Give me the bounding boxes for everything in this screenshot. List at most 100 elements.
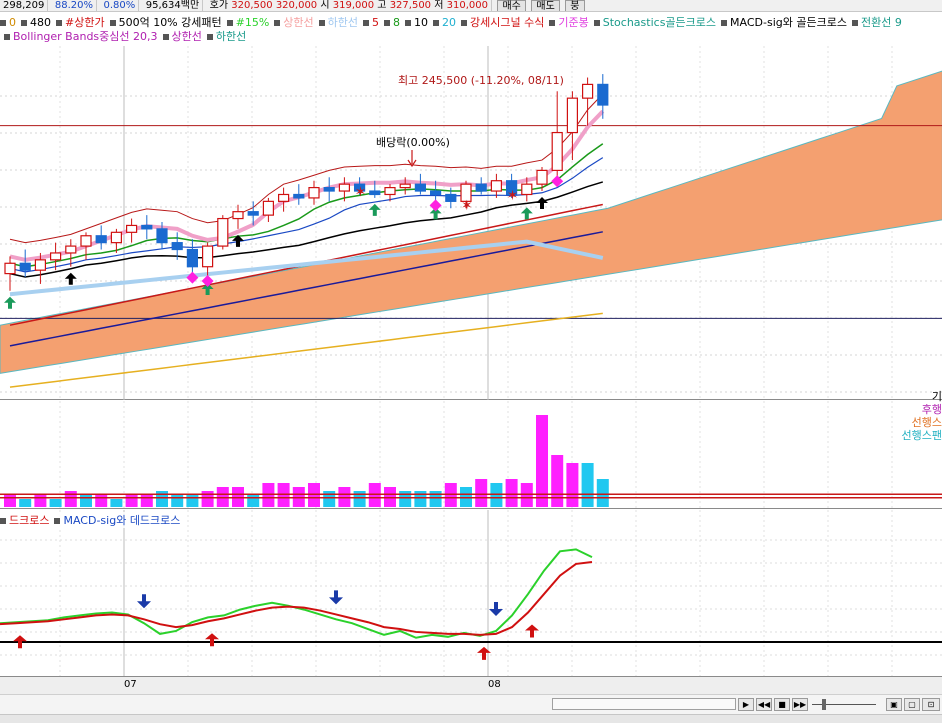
- volume-bar: [80, 495, 92, 507]
- macd-chart[interactable]: [0, 510, 942, 676]
- price-chart-panel[interactable]: ✶ ✶ ✶ 최고 245,500 (-11.20%, 08/11) 배당락(0.00%)…: [0, 46, 942, 442]
- legend-item[interactable]: MACD-sig와 데드크로스: [54, 514, 180, 527]
- macd-chart-panel[interactable]: 드크로스 MACD-sig와 데드크로스: [0, 510, 942, 676]
- legend-marker-icon: [0, 518, 6, 524]
- legend-marker-icon: [318, 20, 325, 26]
- legend-item[interactable]: 상한선: [274, 16, 314, 29]
- extra-button[interactable]: 붕: [565, 0, 585, 11]
- cross-signal-icon: ✶: [355, 184, 367, 200]
- layout-icon[interactable]: ▣: [886, 698, 902, 711]
- candle-body: [80, 235, 92, 247]
- volume-bar: [201, 491, 214, 507]
- candle-body: [445, 193, 457, 202]
- zoom-slider-thumb[interactable]: [822, 699, 826, 710]
- quote-label-text: 호가: [209, 0, 229, 11]
- play-icon[interactable]: ▶: [738, 698, 754, 711]
- volume-bar: [429, 491, 442, 507]
- legend-item[interactable]: 5: [363, 16, 379, 29]
- rewind-icon[interactable]: ◀◀: [756, 698, 772, 711]
- sell-button[interactable]: 매도: [531, 0, 560, 11]
- legend-item[interactable]: 강세시그널 수식: [461, 16, 544, 29]
- chart-scrollbar[interactable]: [552, 698, 736, 710]
- legend-item[interactable]: 드크로스: [0, 514, 49, 527]
- legend-item[interactable]: 기준봉: [549, 16, 589, 29]
- volume-bar: [64, 491, 77, 507]
- dead-cross-arrow-icon: [137, 594, 151, 609]
- legend-item[interactable]: Stochastics골든크로스: [593, 16, 716, 29]
- candle-body: [262, 200, 274, 216]
- volume-bar: [490, 483, 503, 507]
- candle-body: [551, 131, 563, 171]
- golden-cross-arrow-icon: [477, 646, 491, 660]
- volume-bar: [551, 455, 564, 507]
- legend-label: #상한가: [65, 16, 105, 29]
- candle-body: [141, 224, 153, 230]
- candle-body: [95, 235, 107, 244]
- candle-body: [521, 183, 533, 196]
- legend-marker-icon: [4, 34, 10, 40]
- legend-item[interactable]: 하한선: [318, 16, 358, 29]
- high-label: 고: [377, 0, 387, 11]
- legend-item[interactable]: 500억 10% 강세패턴: [109, 16, 222, 29]
- volume-bar: [216, 487, 229, 507]
- candle-body: [186, 248, 198, 268]
- legend-label: MACD-sig와 데드크로스: [63, 514, 181, 527]
- legend-item[interactable]: 10: [405, 16, 428, 29]
- volume-chart[interactable]: [0, 401, 942, 509]
- price-chart[interactable]: ✶ ✶ ✶ 최고 245,500 (-11.20%, 08/11) 배당락(0.00%): [0, 46, 942, 400]
- legend-label: #15%: [235, 16, 270, 29]
- stop-icon[interactable]: ■: [774, 698, 790, 711]
- candle-body: [19, 262, 31, 271]
- legend-item[interactable]: 하한선: [206, 30, 247, 43]
- legend-label: 10: [414, 16, 429, 29]
- legend-label: 하한선: [215, 30, 247, 43]
- legend-label: MACD-sig와 골든크로스: [730, 16, 847, 29]
- volume-bar: [444, 483, 457, 507]
- candle-body: [217, 217, 229, 247]
- date-tick-label: 07: [124, 679, 137, 690]
- zoom-slider[interactable]: [812, 698, 876, 711]
- volume-bar: [475, 479, 488, 507]
- window-icon[interactable]: ▢: [904, 698, 920, 711]
- dividend-annotation: 배당락(0.00%): [376, 136, 450, 149]
- legend-label: 5: [372, 16, 380, 29]
- legend-label: 상한선: [171, 30, 202, 43]
- chart-navigation-bar: ▶ ◀◀ ■ ▶▶ ▣ ▢ ⊡: [0, 694, 942, 714]
- legend-marker-icon: [226, 20, 233, 26]
- legend-item[interactable]: #15%: [226, 16, 270, 29]
- volume-chart-panel[interactable]: [0, 401, 942, 509]
- candle-body: [156, 228, 168, 244]
- legend-item[interactable]: 8: [384, 16, 400, 29]
- legend-label: 8: [393, 16, 401, 29]
- indicator-legend-row-2: Bollinger Bands중심선 20,3 상한선 하한선: [4, 30, 251, 44]
- legend-item[interactable]: MACD-sig와 골든크로스: [721, 16, 847, 29]
- legend-item[interactable]: 20: [433, 16, 456, 29]
- legend-item[interactable]: #상한가: [56, 16, 105, 29]
- legend-item[interactable]: 0: [0, 16, 16, 29]
- legend-marker-icon: [384, 20, 391, 26]
- ratio-value-2: 0.80%: [101, 0, 140, 11]
- volume-bar: [140, 495, 153, 507]
- buy-button[interactable]: 매수: [497, 0, 526, 11]
- volume-bar: [49, 499, 62, 507]
- buy-signal-arrow-icon: [368, 203, 381, 216]
- turnover-value: 95,634백만: [143, 0, 204, 11]
- legend-item[interactable]: 전환선 9: [851, 16, 902, 29]
- dead-cross-arrow-icon: [329, 590, 343, 605]
- legend-item[interactable]: Bollinger Bands중심선 20,3: [4, 30, 158, 43]
- bid-price: 320,000: [275, 0, 318, 11]
- maximize-icon[interactable]: ⊡: [922, 698, 940, 711]
- legend-label: 20: [442, 16, 457, 29]
- fast-forward-icon[interactable]: ▶▶: [792, 698, 808, 711]
- legend-item[interactable]: 480: [21, 16, 51, 29]
- legend-marker-icon: [461, 20, 468, 26]
- volume-bar: [171, 495, 184, 507]
- cross-signal-icon: ✶: [507, 188, 519, 204]
- volume-bar: [596, 479, 609, 507]
- open-label: 시: [320, 0, 330, 11]
- legend-item[interactable]: 상한선: [162, 30, 202, 43]
- candle-body: [308, 187, 320, 199]
- legend-marker-icon: [109, 20, 116, 26]
- volume-bar: [384, 487, 396, 507]
- date-axis: 07 08: [0, 676, 942, 694]
